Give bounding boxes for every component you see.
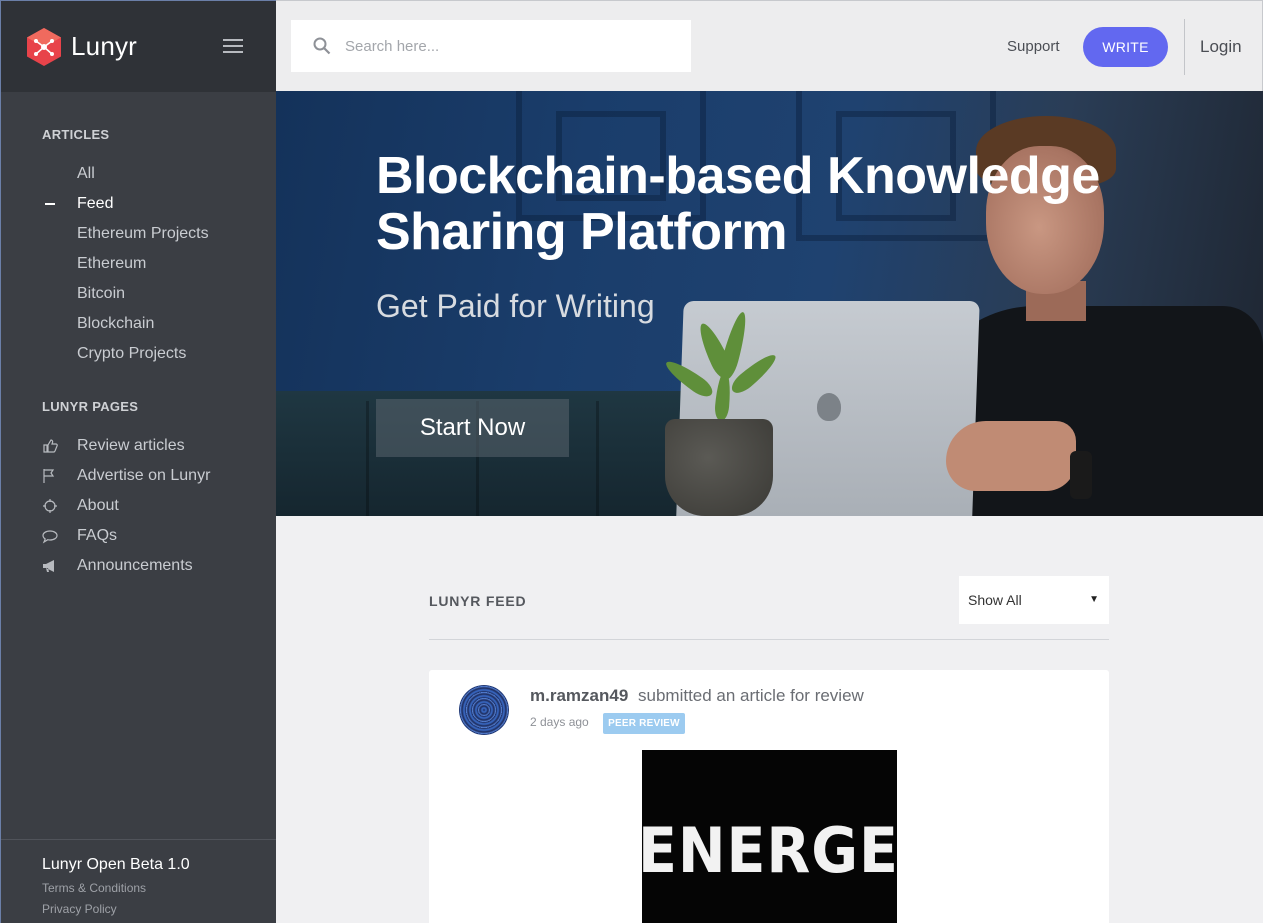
terms-link[interactable]: Terms & Conditions [42, 881, 146, 895]
sidebar-item-crypto-projects[interactable]: Crypto Projects [77, 345, 186, 363]
menu-icon[interactable] [223, 39, 243, 57]
thumbs-up-icon [43, 439, 58, 453]
sidebar-item-feed[interactable]: Feed [77, 195, 113, 213]
peer-review-badge: PEER REVIEW [603, 713, 685, 734]
active-indicator [45, 203, 55, 205]
chat-bubble-icon [42, 530, 58, 544]
card-action-text: submitted an article for review [638, 686, 864, 705]
sidebar-item-ethereum-projects[interactable]: Ethereum Projects [77, 225, 209, 243]
hero-subtitle: Get Paid for Writing [376, 288, 655, 324]
beta-version-label: Lunyr Open Beta 1.0 [42, 856, 190, 873]
sidebar: Lunyr ARTICLES All Feed Ethereum Project… [0, 0, 276, 923]
write-button[interactable]: WRITE [1083, 27, 1168, 67]
caret-down-icon: ▼ [1089, 594, 1099, 605]
pages-section-title: LUNYR PAGES [42, 399, 139, 414]
privacy-link[interactable]: Privacy Policy [42, 902, 117, 916]
sidebar-item-review-articles[interactable]: Review articles [77, 437, 185, 455]
sidebar-item-faqs[interactable]: FAQs [77, 527, 117, 545]
card-username[interactable]: m.ramzan49 [530, 686, 628, 706]
thumbnail-text: ENERGET [642, 814, 897, 887]
sidebar-header: Lunyr [1, 1, 276, 92]
feed-divider [429, 639, 1109, 640]
lunyr-logo-icon[interactable] [25, 27, 63, 67]
sidebar-item-bitcoin[interactable]: Bitcoin [77, 285, 125, 303]
articles-section-title: ARTICLES [42, 127, 110, 142]
card-timestamp: 2 days ago [530, 715, 589, 729]
megaphone-icon [43, 560, 54, 572]
article-thumbnail[interactable]: ENERGET [642, 750, 897, 923]
support-link[interactable]: Support [1007, 38, 1060, 55]
sidebar-footer: Lunyr Open Beta 1.0 Terms & Conditions P… [1, 839, 276, 923]
start-now-button[interactable]: Start Now [376, 399, 569, 457]
sidebar-item-announcements[interactable]: Announcements [77, 557, 193, 575]
search-icon [313, 37, 331, 55]
avatar[interactable] [459, 685, 509, 735]
brand-name[interactable]: Lunyr [71, 31, 137, 62]
top-bar: Support WRITE Login [276, 0, 1263, 91]
plant-pot [665, 419, 773, 516]
divider [1184, 19, 1185, 75]
apple-logo-icon [817, 393, 841, 421]
hero-title: Blockchain-based Knowledge Sharing Platf… [376, 147, 1100, 261]
sidebar-item-all[interactable]: All [77, 165, 95, 183]
sidebar-item-about[interactable]: About [77, 497, 119, 515]
hero-hands [946, 421, 1076, 491]
feed-card[interactable]: m.ramzan49 submitted an article for revi… [429, 670, 1109, 923]
couch-seam [596, 401, 599, 516]
search-input[interactable] [345, 37, 665, 55]
watch-icon [1070, 451, 1092, 499]
flag-icon [43, 469, 55, 483]
couch-seam [366, 401, 369, 516]
search-box[interactable] [291, 20, 691, 72]
sidebar-item-advertise[interactable]: Advertise on Lunyr [77, 467, 210, 485]
feed-filter-value: Show All [968, 592, 1022, 608]
sidebar-item-ethereum[interactable]: Ethereum [77, 255, 146, 273]
crosshair-icon [43, 499, 57, 513]
feed-filter-select[interactable]: Show All ▼ [959, 576, 1109, 624]
hero-banner: Blockchain-based Knowledge Sharing Platf… [276, 91, 1263, 516]
login-link[interactable]: Login [1200, 37, 1242, 57]
feed-title: LUNYR FEED [429, 593, 527, 609]
sidebar-item-blockchain[interactable]: Blockchain [77, 315, 154, 333]
